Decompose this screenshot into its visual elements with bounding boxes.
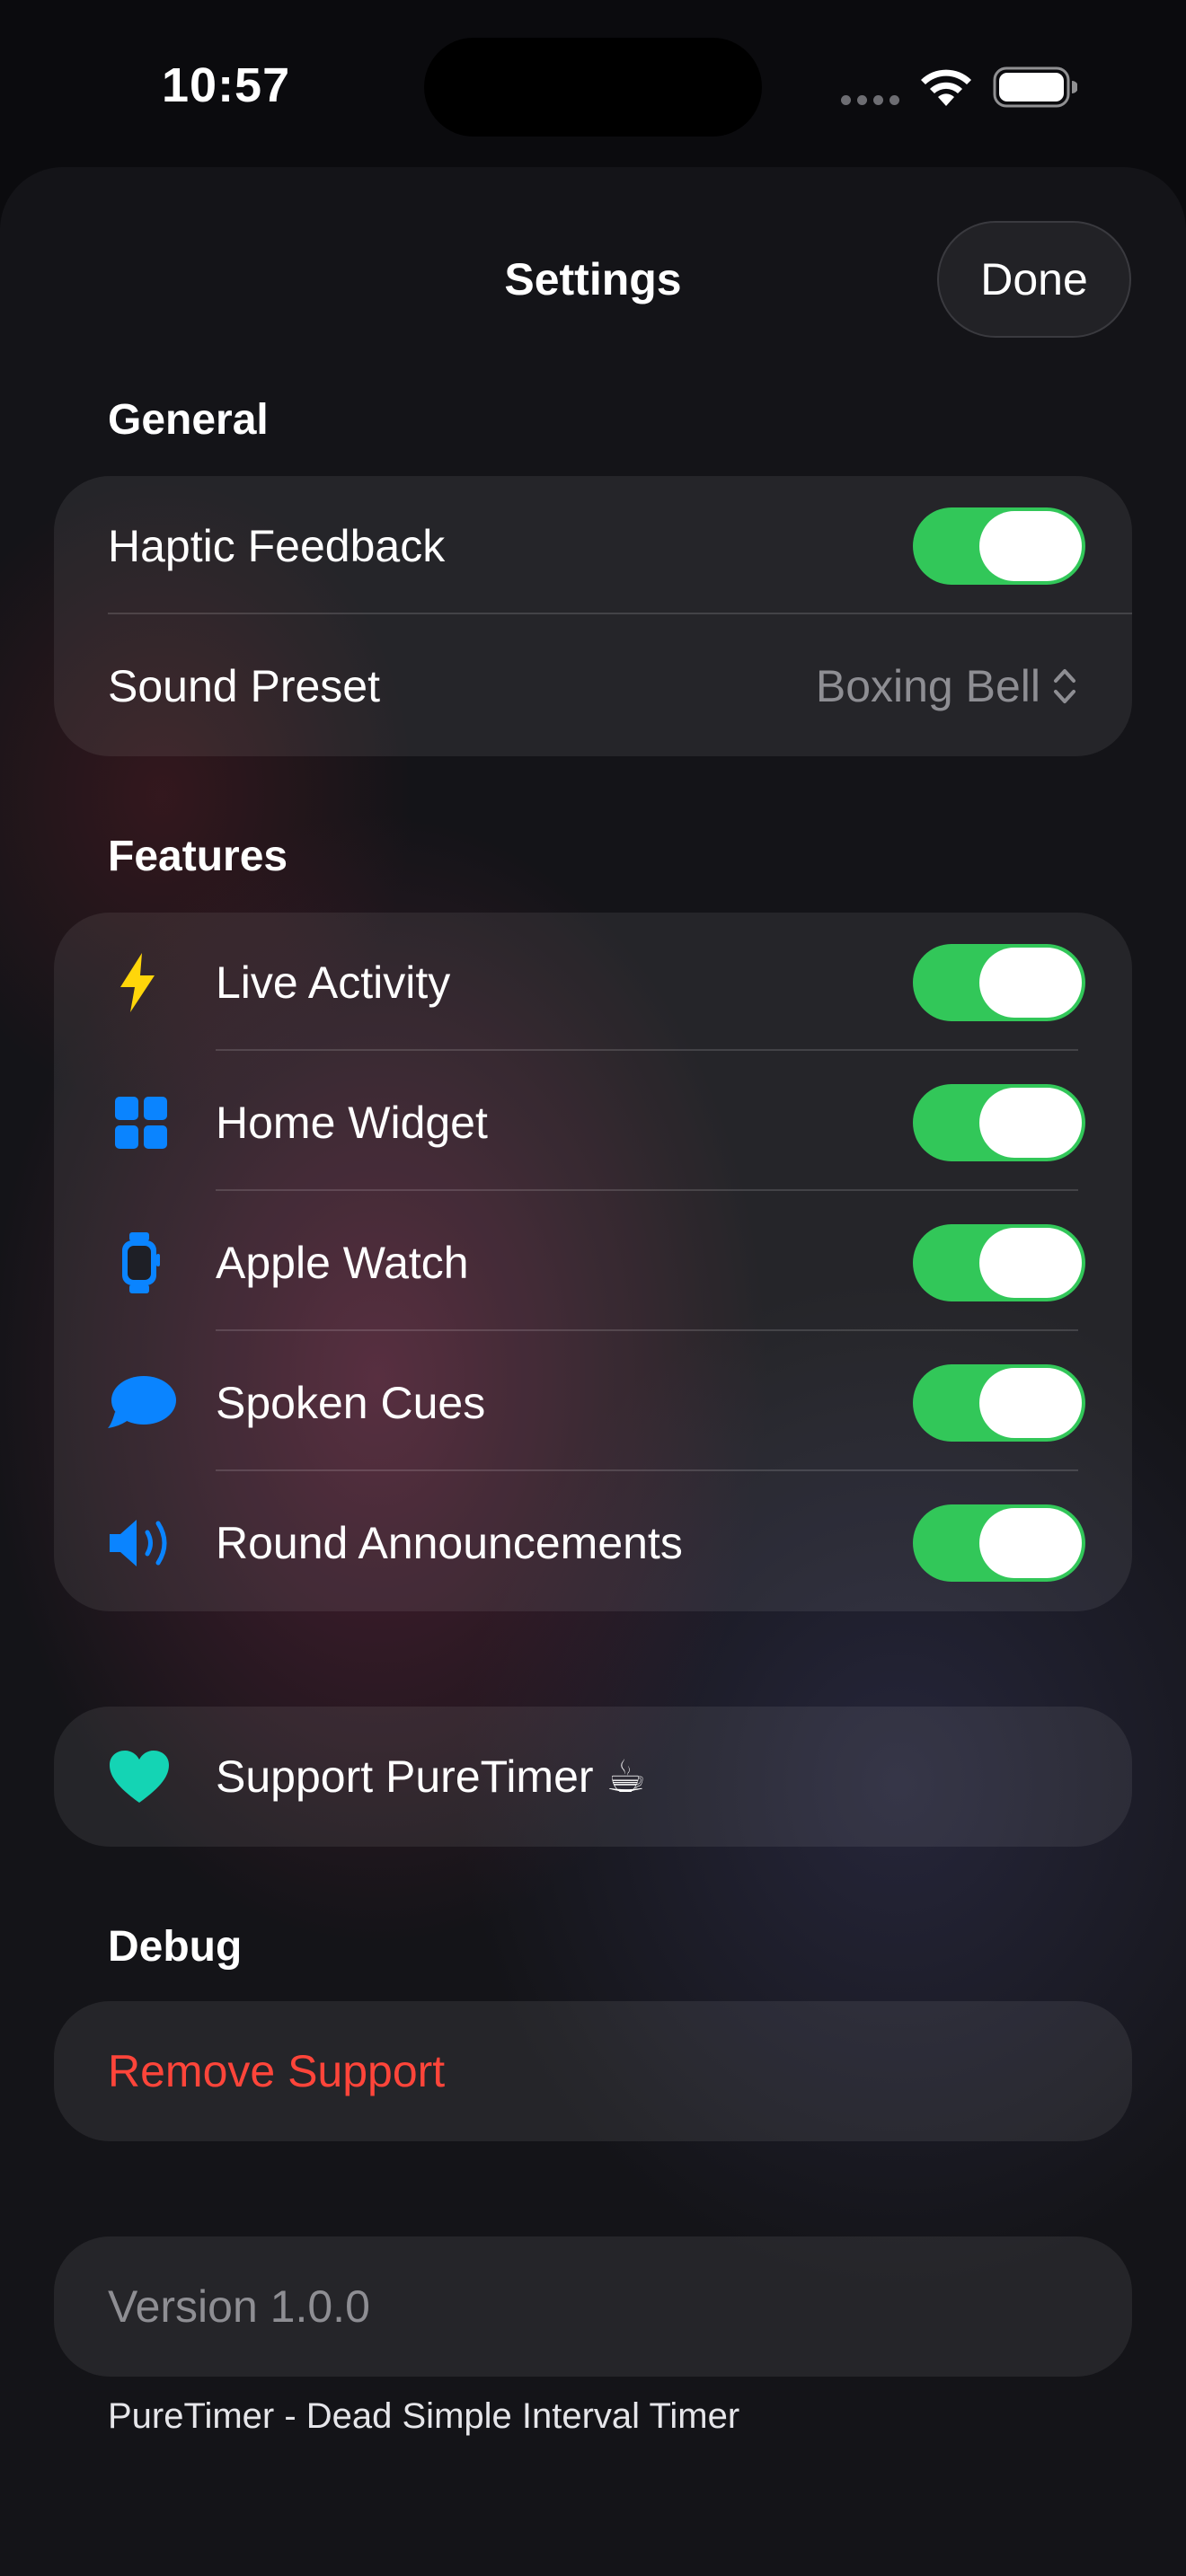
battery-icon (993, 66, 1077, 108)
section-header-general: General (108, 396, 269, 444)
haptic-feedback-row: Haptic Feedback (54, 476, 1132, 616)
version-card: Version 1.0.0 (54, 2236, 1132, 2377)
feature-row-apple-watch: Apple Watch (54, 1193, 1132, 1333)
dynamic-island (424, 38, 762, 137)
applewatch-icon (122, 1232, 160, 1293)
support-card[interactable]: Support PureTimer ☕ (54, 1707, 1132, 1847)
version-label: Version 1.0.0 (108, 2281, 370, 2332)
sound-preset-label: Sound Preset (108, 661, 380, 711)
divider (216, 1469, 1078, 1471)
feature-label: Round Announcements (216, 1518, 683, 1568)
sound-preset-row[interactable]: Sound Preset Boxing Bell (54, 616, 1132, 756)
remove-support-label: Remove Support (108, 2046, 446, 2096)
feature-label: Home Widget (216, 1098, 488, 1148)
bolt-icon (120, 953, 155, 1012)
settings-screen: 10:57 Settings Done General Haptic Feedb… (0, 0, 1186, 2576)
section-header-debug: Debug (108, 1923, 243, 1971)
feature-row-live-activity: Live Activity (54, 913, 1132, 1053)
features-card: Live Activity Home Widget Apple Watch Sp… (54, 913, 1132, 1611)
speech-bubble-icon (108, 1376, 176, 1428)
divider (216, 1329, 1078, 1331)
chevron-up-down-icon (1054, 669, 1075, 703)
cellular-signal-icon (841, 95, 899, 105)
haptic-feedback-toggle[interactable] (913, 507, 1085, 585)
live-activity-toggle[interactable] (913, 944, 1085, 1021)
heart-icon (110, 1751, 169, 1803)
apple-watch-toggle[interactable] (913, 1224, 1085, 1301)
general-card: Haptic Feedback Sound Preset Boxing Bell (54, 476, 1132, 756)
feature-label: Apple Watch (216, 1238, 469, 1288)
feature-row-home-widget: Home Widget (54, 1053, 1132, 1193)
wifi-icon (921, 69, 971, 106)
status-time: 10:57 (162, 58, 291, 112)
remove-support-button[interactable]: Remove Support (54, 2001, 1132, 2141)
sound-preset-value: Boxing Bell (815, 661, 1040, 711)
feature-row-spoken-cues: Spoken Cues (54, 1333, 1132, 1473)
feature-label: Live Activity (216, 957, 451, 1008)
speaker-wave-icon (110, 1520, 167, 1566)
feature-label: Spoken Cues (216, 1378, 486, 1428)
footer-text: PureTimer - Dead Simple Interval Timer (108, 2396, 740, 2436)
support-label: Support PureTimer ☕ (216, 1751, 647, 1802)
sound-preset-picker[interactable]: Boxing Bell (816, 660, 1076, 712)
feature-row-round-announcements: Round Announcements (54, 1473, 1132, 1613)
spoken-cues-toggle[interactable] (913, 1364, 1085, 1442)
haptic-feedback-label: Haptic Feedback (108, 521, 446, 571)
round-announcements-toggle[interactable] (913, 1504, 1085, 1582)
widget-grid-icon (115, 1097, 167, 1149)
divider (108, 613, 1132, 614)
divider (216, 1189, 1078, 1191)
section-header-features: Features (108, 833, 288, 880)
home-widget-toggle[interactable] (913, 1084, 1085, 1161)
done-button[interactable]: Done (937, 221, 1131, 338)
divider (216, 1049, 1078, 1051)
